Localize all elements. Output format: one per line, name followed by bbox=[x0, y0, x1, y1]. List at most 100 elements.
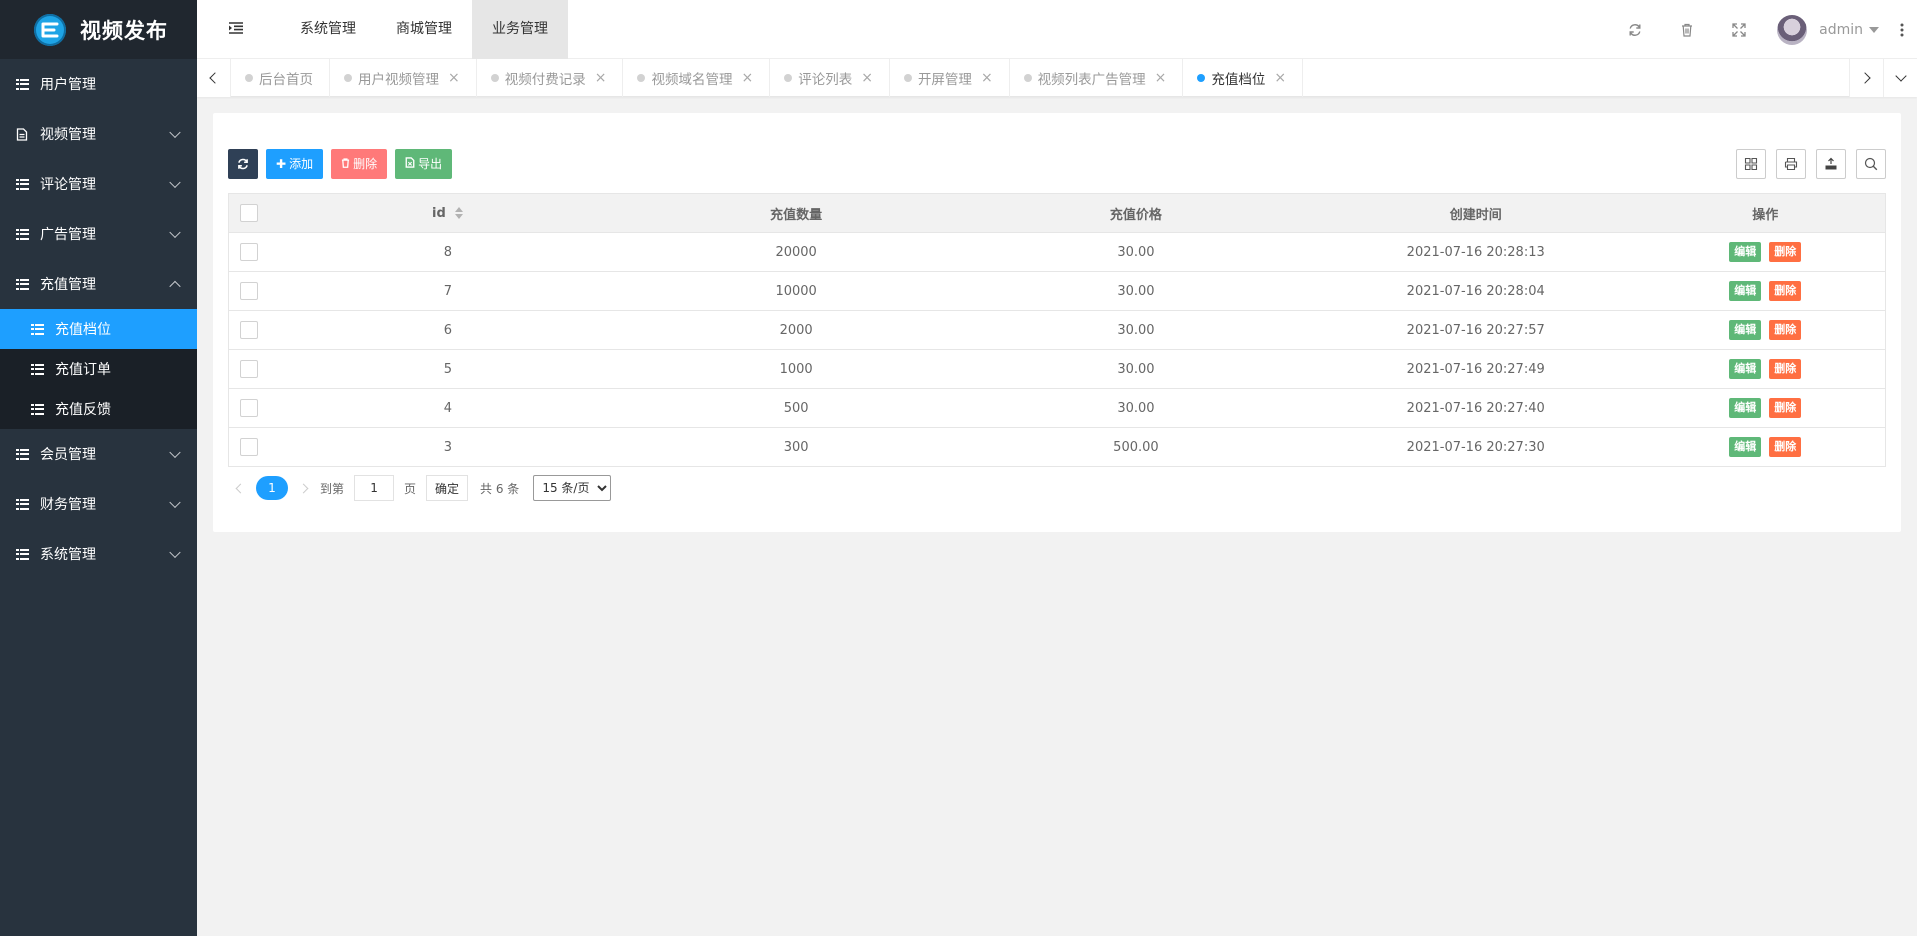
column-header-id[interactable]: id bbox=[269, 193, 627, 233]
sidebar-subitem-recharge-feedback[interactable]: 充值反馈 bbox=[0, 389, 197, 429]
sidebar-item-label: 系统管理 bbox=[40, 547, 96, 563]
delete-row-button[interactable]: 删除 bbox=[1769, 242, 1802, 262]
list-icon bbox=[16, 178, 30, 190]
sidebar-item-recharge-management[interactable]: 充值管理 bbox=[0, 259, 197, 309]
tab-dot-icon bbox=[1023, 74, 1032, 82]
user-menu[interactable]: admin bbox=[1765, 0, 1887, 59]
sidebar-toggle-icon[interactable] bbox=[229, 22, 243, 38]
row-checkbox[interactable] bbox=[240, 282, 259, 300]
tabs-scroll-right-button[interactable] bbox=[1849, 59, 1883, 97]
tab-video-payments[interactable]: 视频付费记录 × bbox=[477, 59, 624, 97]
tab-video-list-ads[interactable]: 视频列表广告管理 × bbox=[1010, 59, 1184, 97]
top-nav-business[interactable]: 业务管理 bbox=[472, 0, 568, 59]
chevron-down-icon bbox=[169, 496, 181, 509]
tab-label: 视频付费记录 bbox=[504, 72, 586, 88]
edit-button[interactable]: 编辑 bbox=[1729, 437, 1762, 457]
row-checkbox[interactable] bbox=[240, 243, 259, 261]
list-icon bbox=[31, 363, 45, 375]
delete-row-button[interactable]: 删除 bbox=[1769, 437, 1802, 457]
list-icon bbox=[16, 498, 30, 510]
close-icon[interactable]: × bbox=[981, 71, 993, 85]
goto-confirm-button[interactable]: 确定 bbox=[426, 475, 469, 501]
delete-button-label: 删除 bbox=[353, 157, 378, 171]
top-nav-mall[interactable]: 商城管理 bbox=[376, 0, 472, 59]
tab-video-domains[interactable]: 视频域名管理 × bbox=[623, 59, 771, 97]
delete-row-button[interactable]: 删除 bbox=[1769, 359, 1802, 379]
fullscreen-icon[interactable] bbox=[1713, 0, 1765, 59]
sort-icon[interactable] bbox=[454, 206, 464, 220]
goto-page-input[interactable] bbox=[354, 475, 395, 501]
edit-button[interactable]: 编辑 bbox=[1729, 281, 1762, 301]
tab-user-videos[interactable]: 用户视频管理 × bbox=[330, 59, 477, 97]
more-vertical-icon[interactable] bbox=[1887, 0, 1917, 59]
refresh-icon[interactable] bbox=[1609, 0, 1661, 59]
top-header: 系统管理 商城管理 业务管理 admin bbox=[197, 0, 1917, 59]
sidebar-item-user-management[interactable]: 用户管理 bbox=[0, 59, 197, 109]
sidebar-item-system-management[interactable]: 系统管理 bbox=[0, 529, 197, 579]
tab-comments[interactable]: 评论列表 × bbox=[770, 59, 890, 97]
content-panel: ✚ 添加 删除 导出 id 充值数量 充值价格 创建时间 操作 8 20000 … bbox=[213, 113, 1901, 532]
chevron-down-icon bbox=[169, 226, 181, 239]
refresh-button[interactable] bbox=[228, 149, 258, 179]
sidebar-subitem-label: 充值订单 bbox=[55, 362, 111, 378]
print-button[interactable] bbox=[1776, 149, 1806, 179]
trash-icon[interactable] bbox=[1661, 0, 1713, 59]
sidebar-subitem-recharge-tier[interactable]: 充值档位 bbox=[0, 309, 197, 349]
row-checkbox[interactable] bbox=[240, 399, 259, 417]
sidebar-item-label: 视频管理 bbox=[40, 127, 96, 143]
trash-icon bbox=[341, 149, 350, 179]
sidebar-item-label: 充值管理 bbox=[40, 277, 96, 293]
row-checkbox[interactable] bbox=[240, 360, 259, 378]
edit-button[interactable]: 编辑 bbox=[1729, 320, 1762, 340]
delete-row-button[interactable]: 删除 bbox=[1769, 281, 1802, 301]
sidebar-item-video-management[interactable]: 视频管理 bbox=[0, 109, 197, 159]
delete-row-button[interactable]: 删除 bbox=[1769, 398, 1802, 418]
columns-filter-button[interactable] bbox=[1736, 149, 1766, 179]
close-icon[interactable]: × bbox=[1155, 71, 1167, 85]
tabs-menu-button[interactable] bbox=[1883, 59, 1917, 97]
edit-button[interactable]: 编辑 bbox=[1729, 398, 1762, 418]
export-table-button[interactable] bbox=[1816, 149, 1846, 179]
table-toolbar: ✚ 添加 删除 导出 bbox=[228, 149, 453, 179]
edit-button[interactable]: 编辑 bbox=[1729, 242, 1762, 262]
select-all-checkbox[interactable] bbox=[240, 204, 259, 222]
recharge-tier-table: id 充值数量 充值价格 创建时间 操作 8 20000 30.00 2021-… bbox=[228, 193, 1886, 467]
cell-actions: 编辑 删除 bbox=[1645, 232, 1886, 272]
delete-row-button[interactable]: 删除 bbox=[1769, 320, 1802, 340]
tab-home[interactable]: 后台首页 bbox=[231, 59, 330, 97]
cell-actions: 编辑 删除 bbox=[1645, 271, 1886, 311]
sidebar-subitem-recharge-orders[interactable]: 充值订单 bbox=[0, 349, 197, 389]
edit-button[interactable]: 编辑 bbox=[1729, 359, 1762, 379]
sidebar-item-ad-management[interactable]: 广告管理 bbox=[0, 209, 197, 259]
close-icon[interactable]: × bbox=[741, 71, 753, 85]
sidebar-item-member-management[interactable]: 会员管理 bbox=[0, 429, 197, 479]
close-icon[interactable]: × bbox=[861, 71, 873, 85]
recharge-submenu: 充值档位 充值订单 充值反馈 bbox=[0, 309, 197, 429]
file-icon bbox=[16, 127, 30, 141]
prev-page-button[interactable] bbox=[228, 475, 250, 501]
sidebar-item-finance-management[interactable]: 财务管理 bbox=[0, 479, 197, 529]
logo[interactable]: 视频发布 bbox=[0, 0, 197, 59]
tab-recharge-tier[interactable]: 充值档位 × bbox=[1183, 59, 1304, 97]
sidebar-item-label: 会员管理 bbox=[40, 447, 96, 463]
page-number-current[interactable]: 1 bbox=[256, 476, 288, 500]
row-checkbox[interactable] bbox=[240, 438, 259, 456]
top-nav-system[interactable]: 系统管理 bbox=[280, 0, 376, 59]
export-button[interactable]: 导出 bbox=[395, 149, 453, 179]
sidebar-item-comment-management[interactable]: 评论管理 bbox=[0, 159, 197, 209]
tabs-scroll-left-button[interactable] bbox=[197, 59, 231, 97]
cell-created: 2021-07-16 20:27:30 bbox=[1305, 427, 1646, 467]
close-icon[interactable]: × bbox=[448, 71, 460, 85]
close-icon[interactable]: × bbox=[595, 71, 607, 85]
table-row: 6 2000 30.00 2021-07-16 20:27:57 编辑 删除 bbox=[228, 310, 1886, 350]
page-size-select[interactable]: 15 条/页 bbox=[533, 475, 612, 501]
add-button[interactable]: ✚ 添加 bbox=[266, 149, 324, 179]
cell-actions: 编辑 删除 bbox=[1645, 427, 1886, 467]
tab-label: 开屏管理 bbox=[917, 72, 972, 88]
close-icon[interactable]: × bbox=[1274, 71, 1286, 85]
next-page-button[interactable] bbox=[294, 475, 316, 501]
row-checkbox[interactable] bbox=[240, 321, 259, 339]
tab-splash[interactable]: 开屏管理 × bbox=[890, 59, 1010, 97]
delete-button[interactable]: 删除 bbox=[331, 149, 388, 179]
search-button[interactable] bbox=[1856, 149, 1886, 179]
